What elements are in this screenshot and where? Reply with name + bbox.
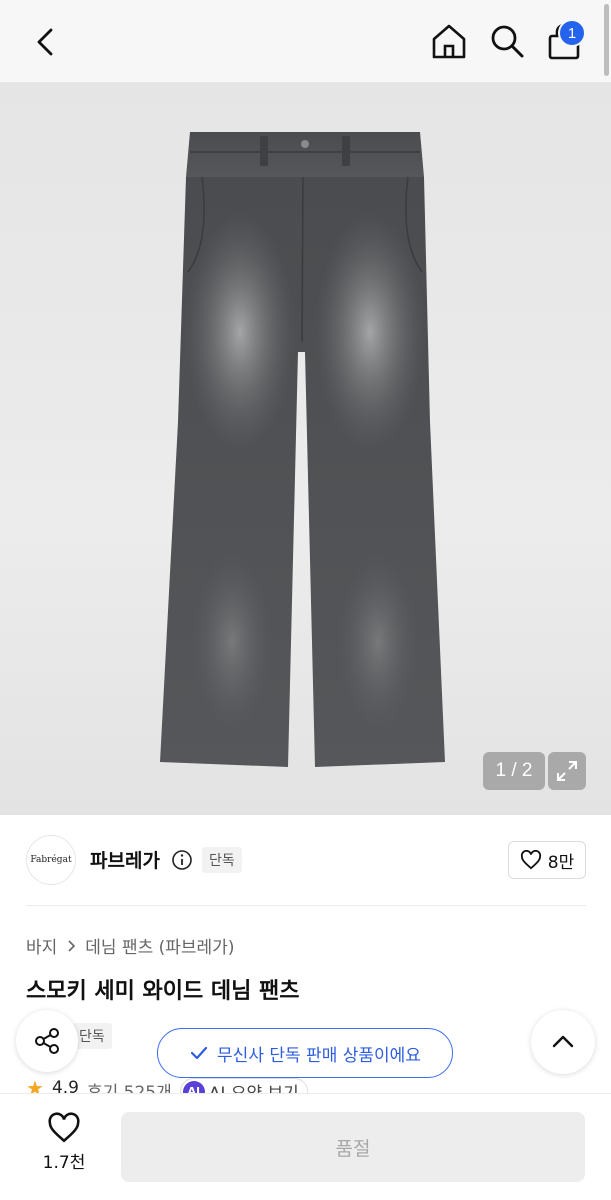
share-button[interactable] — [16, 1010, 78, 1072]
heart-icon — [48, 1112, 80, 1143]
expand-button[interactable] — [548, 752, 586, 790]
product-image — [160, 132, 445, 767]
exclusive-notice-pill: 무신사 단독 판매 상품이에요 — [157, 1028, 453, 1078]
top-nav-bar: 1 — [0, 0, 611, 82]
wishlist-count: 1.7천 — [42, 1153, 86, 1173]
expand-icon — [557, 761, 577, 781]
exclusive-notice-text: 무신사 단독 판매 상품이에요 — [217, 1045, 421, 1066]
sold-out-button[interactable]: 품절 — [121, 1112, 585, 1182]
chevron-up-icon — [552, 1035, 574, 1048]
chevron-left-icon[interactable] — [26, 22, 66, 62]
product-title: 스모키 세미 와이드 데님 팬츠 — [26, 979, 300, 1004]
checkmark-icon — [190, 1046, 208, 1060]
exclusive-tag: 단독 — [202, 847, 242, 873]
brand-like-button[interactable]: 8만 — [508, 841, 586, 879]
heart-icon — [520, 850, 541, 870]
brand-name[interactable]: 파브레가 — [90, 846, 160, 873]
cart-count-badge: 1 — [558, 19, 586, 47]
breadcrumb: 바지 데님 팬츠 (파브레가) — [26, 933, 234, 958]
scrollbar[interactable] — [604, 4, 609, 76]
breadcrumb-category[interactable]: 바지 — [26, 933, 57, 958]
divider — [26, 905, 586, 906]
image-counter: 1 / 2 — [483, 752, 545, 790]
share-icon — [35, 1028, 59, 1054]
search-icon[interactable] — [486, 20, 528, 62]
home-icon[interactable] — [428, 20, 470, 62]
brand-logo[interactable]: Fabrégat — [26, 835, 76, 885]
scroll-to-top-button[interactable] — [531, 1010, 595, 1074]
breadcrumb-subcategory[interactable]: 데님 팬츠 (파브레가) — [85, 933, 234, 958]
brand-row: Fabrégat 파브레가 단독 8만 — [0, 815, 611, 905]
brand-like-count: 8만 — [547, 852, 575, 873]
info-icon[interactable] — [171, 849, 193, 871]
bottom-action-bar: 1.7천 품절 — [0, 1093, 611, 1200]
chevron-right-icon — [68, 939, 76, 952]
wishlist-button[interactable]: 1.7천 — [30, 1112, 98, 1184]
product-exclusive-tag: 단독 — [72, 1023, 112, 1049]
product-image-gallery[interactable]: 1 / 2 — [0, 82, 611, 815]
